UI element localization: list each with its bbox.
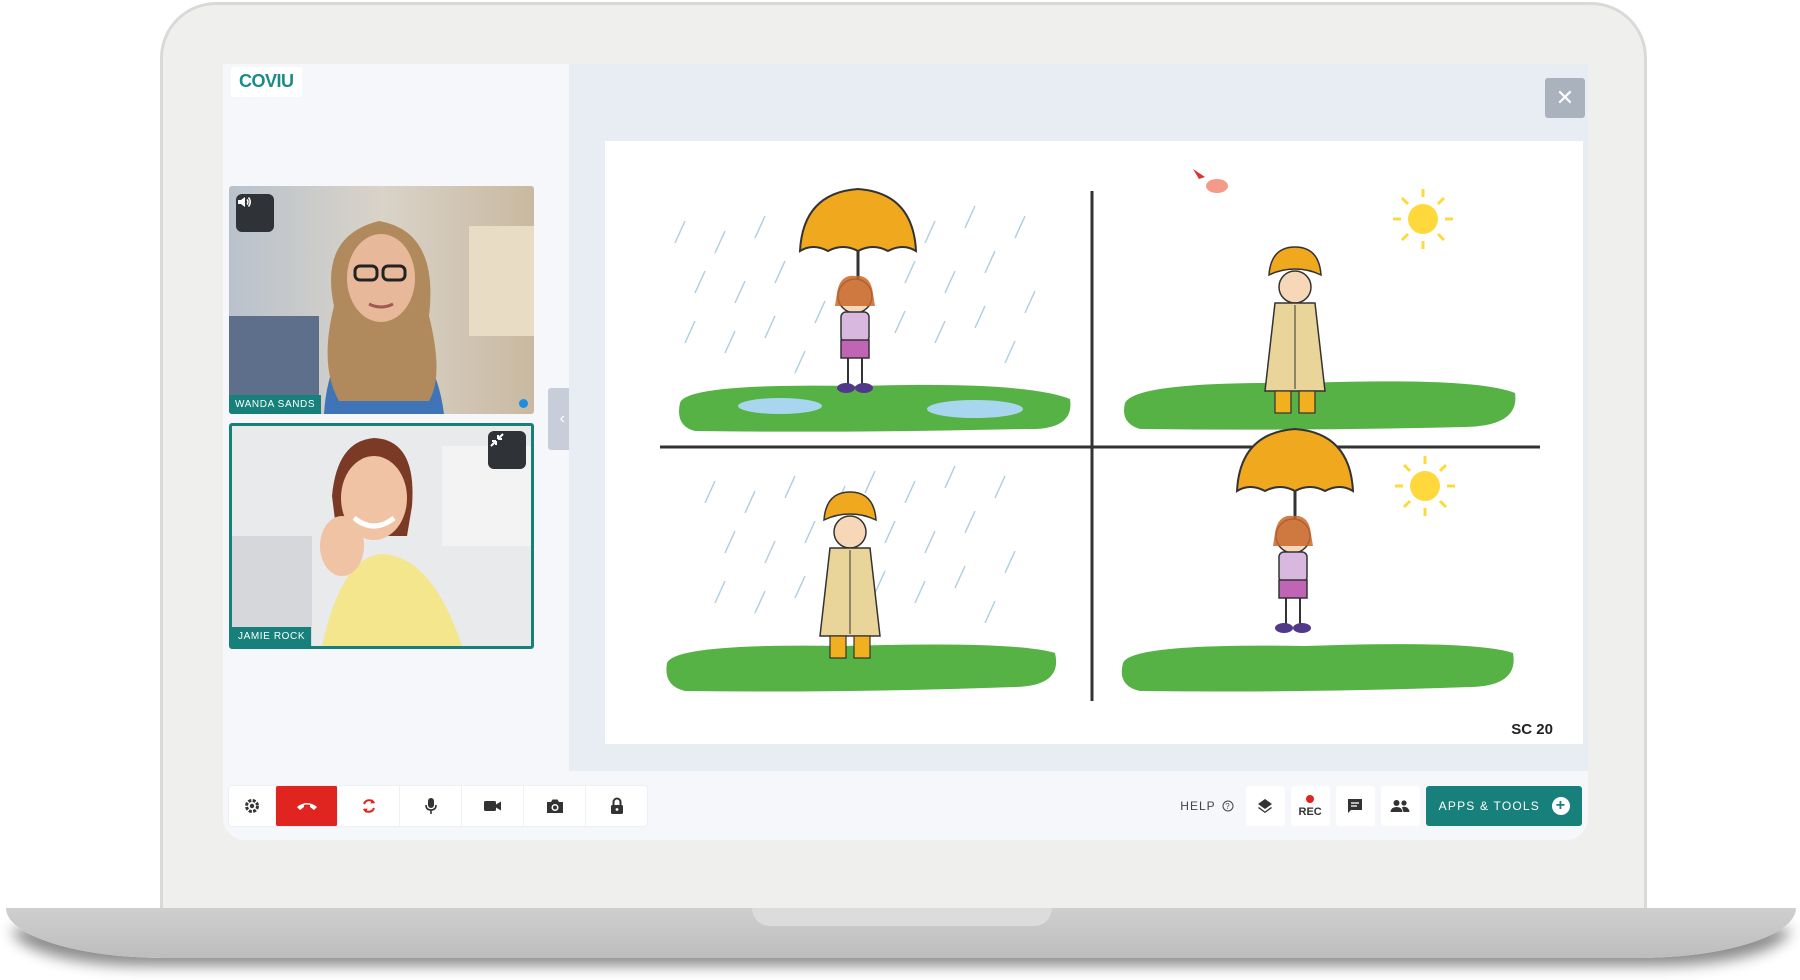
- record-label: REC: [1298, 805, 1322, 818]
- participant-video-jamie[interactable]: JAMIE ROCK: [229, 423, 534, 649]
- gear-icon: [245, 799, 259, 813]
- phone-hangup-icon: [296, 803, 317, 810]
- layers-icon: [1258, 799, 1273, 813]
- jamie-video-frame: [232, 426, 531, 646]
- plus-icon: +: [1552, 797, 1570, 815]
- participant-name-tag: WANDA SANDS: [229, 395, 322, 414]
- live-indicator: [519, 399, 528, 408]
- microphone-button[interactable]: [400, 786, 462, 826]
- people-icon: [1390, 800, 1410, 812]
- coviu-logo: COVIU: [231, 67, 302, 97]
- lock-icon: [610, 797, 623, 814]
- speaker-icon: [238, 197, 251, 207]
- switch-camera-button[interactable]: [338, 786, 400, 826]
- close-content-button[interactable]: ✕: [1545, 78, 1585, 118]
- svg-text:?: ?: [1225, 802, 1230, 811]
- settings-button[interactable]: [229, 786, 276, 826]
- app-window: COVIU WANDA SANDS JAMIE ROCK ‹ ✕ SC 20 H…: [223, 64, 1588, 840]
- toolbar-right: HELP ? REC APPS & TOOLS +: [1180, 786, 1582, 826]
- close-icon: ✕: [1555, 85, 1575, 110]
- end-call-button[interactable]: [276, 786, 338, 826]
- question-icon: ?: [1222, 800, 1234, 812]
- participants-button[interactable]: [1380, 786, 1420, 826]
- laptop-notch: [752, 908, 1052, 926]
- apps-label: APPS & TOOLS: [1438, 799, 1540, 813]
- refresh-icon: [362, 799, 375, 813]
- chat-button[interactable]: [1335, 786, 1375, 826]
- participant-video-wanda[interactable]: WANDA SANDS: [229, 186, 534, 414]
- microphone-icon: [424, 798, 437, 814]
- chat-icon: [1348, 799, 1363, 813]
- call-controls: [229, 786, 647, 826]
- worksheet-label: SC 20: [1511, 721, 1553, 738]
- wanda-video-frame: [229, 186, 534, 414]
- shared-worksheet[interactable]: SC 20: [605, 141, 1583, 744]
- camera-icon: [546, 799, 563, 813]
- help-link[interactable]: HELP ?: [1180, 799, 1234, 813]
- chevron-left-icon: ‹: [559, 410, 565, 427]
- minimize-video-button[interactable]: [488, 431, 526, 469]
- snapshot-button[interactable]: [524, 786, 586, 826]
- record-button[interactable]: REC: [1290, 786, 1330, 826]
- camera-button[interactable]: [462, 786, 524, 826]
- video-camera-icon: [483, 801, 501, 811]
- lock-room-button[interactable]: [586, 786, 647, 826]
- record-icon: [1306, 794, 1315, 803]
- call-toolbar: HELP ? REC APPS & TOOLS +: [223, 771, 1588, 840]
- help-label: HELP: [1180, 799, 1216, 813]
- weather-picture-cards: [660, 169, 1540, 701]
- shrink-icon: [490, 433, 504, 447]
- participant-name-tag: JAMIE ROCK: [232, 627, 312, 646]
- layers-button[interactable]: [1245, 786, 1285, 826]
- apps-and-tools-button[interactable]: APPS & TOOLS +: [1425, 786, 1582, 826]
- speaker-button[interactable]: [236, 194, 274, 232]
